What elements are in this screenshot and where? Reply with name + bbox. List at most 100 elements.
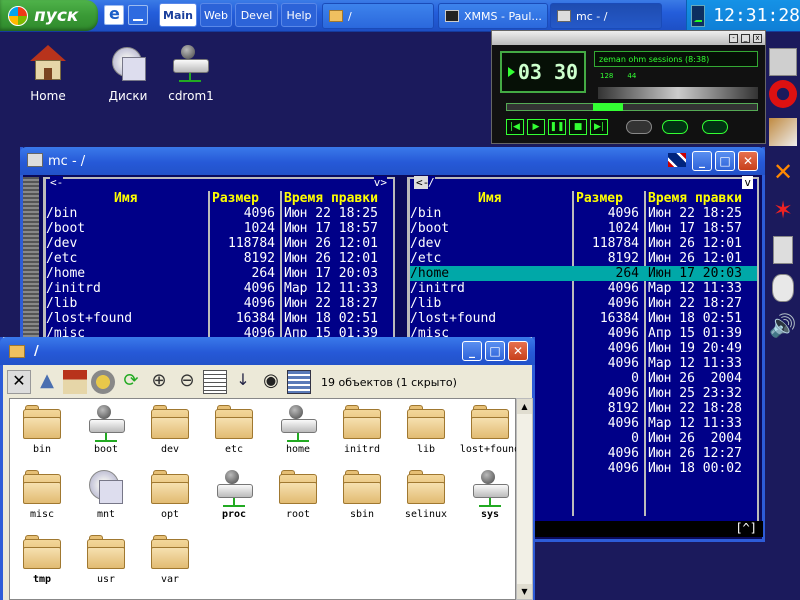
workspace-web[interactable]: Web [200, 3, 232, 27]
task-xmms[interactable]: XMMS - Paul... [438, 3, 548, 29]
bookmarks-icon[interactable] [91, 370, 115, 394]
workspace-help[interactable]: Help [281, 3, 317, 27]
refresh-icon[interactable]: ⟳ [119, 370, 143, 394]
file-item[interactable]: etc [202, 399, 266, 463]
file-row[interactable]: /initrd 4096 Мар 12 11:33 [46, 281, 393, 296]
file-item[interactable]: initrd [330, 399, 394, 463]
file-item[interactable]: sys [458, 464, 522, 528]
file-row[interactable]: /etc 8192 Июн 26 12:01 [46, 251, 393, 266]
file-item[interactable]: misc [10, 464, 74, 528]
file-row[interactable]: /home 264 Июн 17 20:03 [410, 266, 757, 281]
column-header-size[interactable]: Размер [576, 191, 623, 206]
file-row[interactable]: /lib 4096 Июн 22 18:27 [410, 296, 757, 311]
stop-icon[interactable]: ■ [569, 119, 587, 135]
pause-icon[interactable]: ❚❚ [548, 119, 566, 135]
file-row[interactable]: /lost+found 16384 Июн 18 02:51 [46, 311, 393, 326]
minimize-button[interactable]: _ [462, 341, 482, 361]
file-item[interactable]: home [266, 399, 330, 463]
show-desktop-icon[interactable] [128, 5, 148, 25]
repeat-icon[interactable] [702, 120, 728, 134]
close-button[interactable]: ✕ [508, 341, 528, 361]
opera-icon[interactable] [769, 80, 797, 108]
file-row[interactable]: /dev 118784 Июн 26 12:01 [46, 236, 393, 251]
file-row[interactable]: /dev 118784 Июн 26 12:01 [410, 236, 757, 251]
file-row[interactable]: /lib 4096 Июн 22 18:27 [46, 296, 393, 311]
file-item[interactable]: dev [138, 399, 202, 463]
details-view-icon[interactable] [287, 370, 311, 394]
minimize-button[interactable]: _ [692, 151, 712, 171]
sort-icon[interactable]: ↓ [231, 370, 255, 394]
close-icon[interactable]: ✕ [7, 370, 31, 394]
mc-titlebar[interactable]: mc - / _ □ ✕ [20, 147, 765, 175]
show-hidden-icon[interactable]: ◉ [259, 370, 283, 394]
desktop-icon-home[interactable]: Home [13, 45, 83, 103]
workspace-devel[interactable]: Devel [235, 3, 278, 27]
file-item[interactable]: tmp [10, 529, 74, 593]
file-item[interactable]: boot [74, 399, 138, 463]
volume-icon[interactable]: 🔊 [769, 314, 797, 342]
file-row[interactable]: /bin 4096 Июн 22 18:25 [410, 206, 757, 221]
clock[interactable]: 12:31:28 [713, 5, 800, 26]
file-row[interactable]: /lost+found 16384 Июн 18 02:51 [410, 311, 757, 326]
file-item[interactable]: lost+found [458, 399, 522, 463]
play-icon[interactable]: ▶ [527, 119, 545, 135]
file-item[interactable]: proc [202, 464, 266, 528]
keyboard-layout-icon[interactable] [668, 153, 686, 167]
file-item[interactable]: var [138, 529, 202, 593]
fm-icon-area[interactable]: bin boot dev etc home initrd lib lost+found misc… [9, 398, 520, 600]
file-item[interactable]: selinux [394, 464, 458, 528]
eject-icon[interactable] [626, 120, 652, 134]
task-mc[interactable]: mc - / [550, 3, 662, 29]
file-item[interactable]: lib [394, 399, 458, 463]
fm-titlebar[interactable]: / _ □ ✕ [0, 337, 535, 365]
file-item[interactable]: bin [10, 399, 74, 463]
column-header-name[interactable]: Имя [478, 191, 501, 206]
file-item[interactable]: mnt [74, 464, 138, 528]
start-button[interactable]: пуск [0, 0, 98, 31]
xmms-titlebar[interactable]: - _ x [492, 31, 765, 45]
home-icon[interactable] [63, 370, 87, 394]
column-header-mtime[interactable]: Время правки [648, 191, 742, 206]
zoom-out-icon[interactable]: ⊖ [175, 370, 199, 394]
desktop-icon-disks[interactable]: Диски [93, 45, 163, 103]
browser-quicklaunch-icon[interactable] [104, 4, 124, 25]
panel-menu-button[interactable]: v> [373, 176, 387, 189]
next-icon[interactable]: ▶| [590, 119, 608, 135]
shuffle-icon[interactable] [662, 120, 688, 134]
panel-menu-button[interactable]: v [742, 176, 753, 189]
maximize-button[interactable]: □ [485, 341, 505, 361]
list-view-icon[interactable] [203, 370, 227, 394]
column-header-name[interactable]: Имя [114, 191, 137, 206]
menu-icon[interactable]: - [729, 33, 738, 43]
prev-icon[interactable]: |◀ [506, 119, 524, 135]
close-app-icon[interactable]: ✕ [769, 158, 797, 186]
close-button[interactable]: ✕ [738, 151, 758, 171]
task-folder[interactable]: / [322, 3, 434, 29]
file-row[interactable]: /initrd 4096 Мар 12 11:33 [410, 281, 757, 296]
maximize-button[interactable]: □ [715, 151, 735, 171]
close-icon[interactable]: x [753, 33, 762, 43]
star-app-icon[interactable]: ✶ [769, 196, 797, 224]
desktop-icon-cdrom1[interactable]: cdrom1 [156, 45, 226, 103]
column-header-mtime[interactable]: Время правки [284, 191, 378, 206]
printer-icon[interactable] [773, 236, 793, 264]
mouse-icon[interactable] [772, 274, 794, 302]
xmms-volume-slider[interactable] [598, 87, 758, 99]
minimize-icon[interactable]: _ [741, 33, 750, 43]
workspace-main[interactable]: Main [159, 3, 197, 27]
panel-history-button[interactable]: <- [50, 176, 64, 189]
column-header-size[interactable]: Размер [212, 191, 259, 206]
file-item[interactable]: opt [138, 464, 202, 528]
file-item[interactable]: usr [74, 529, 138, 593]
zoom-in-icon[interactable]: ⊕ [147, 370, 171, 394]
file-row[interactable]: /etc 8192 Июн 26 12:01 [410, 251, 757, 266]
tools-icon[interactable] [769, 118, 797, 146]
up-icon[interactable]: ▲ [35, 370, 59, 394]
file-item[interactable]: root [266, 464, 330, 528]
file-row[interactable]: /home 264 Июн 17 20:03 [46, 266, 393, 281]
file-row[interactable]: /bin 4096 Июн 22 18:25 [46, 206, 393, 221]
file-row[interactable]: /boot 1024 Июн 17 18:57 [46, 221, 393, 236]
file-row[interactable]: /boot 1024 Июн 17 18:57 [410, 221, 757, 236]
fm-scrollbar[interactable] [516, 398, 533, 600]
file-item[interactable]: sbin [330, 464, 394, 528]
